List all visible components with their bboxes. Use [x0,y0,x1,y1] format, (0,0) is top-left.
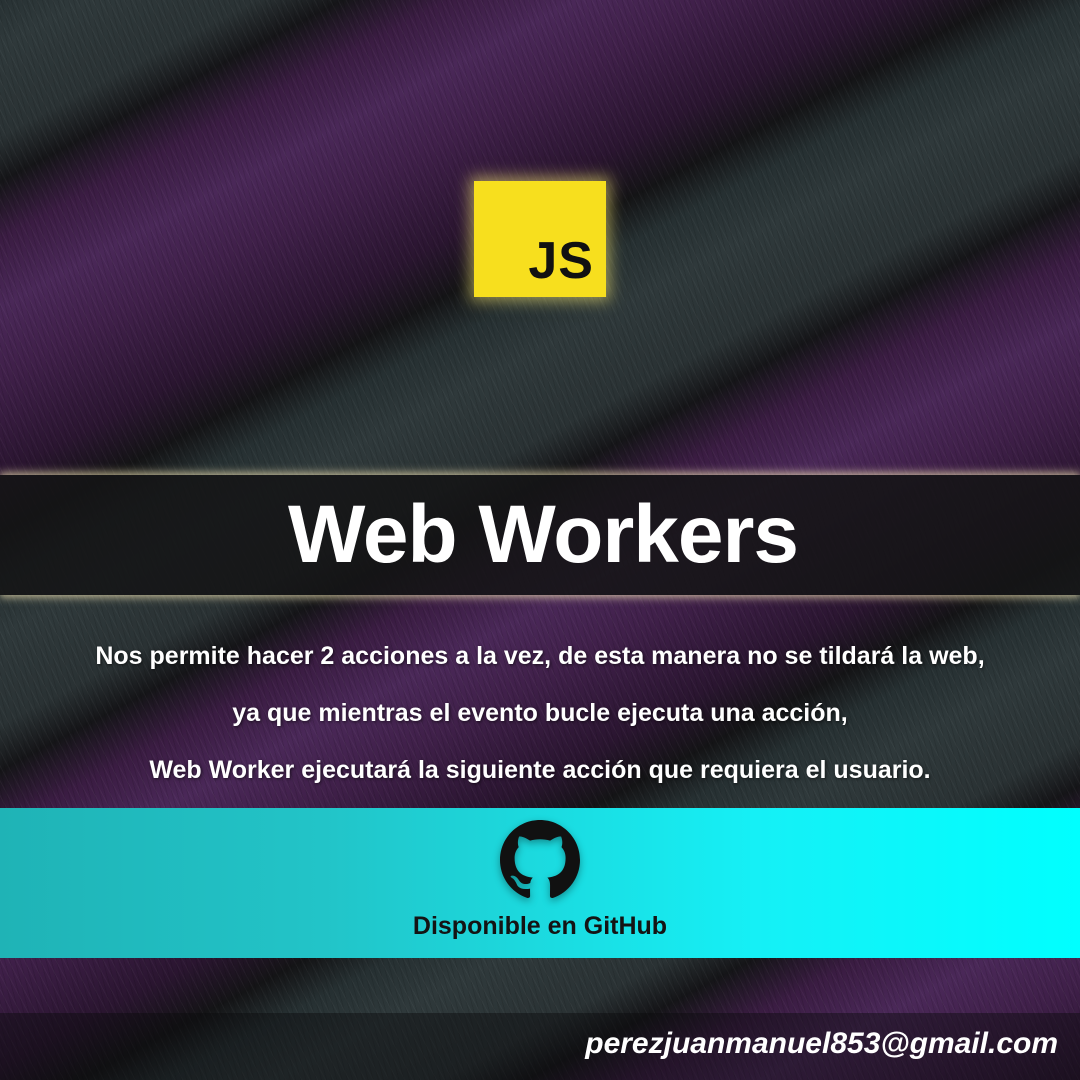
description-line-3: Web Worker ejecutará la siguiente acción… [149,756,931,784]
page-title: Web Workers [287,489,799,580]
description-line-1: Nos permite hacer 2 acciones a la vez, d… [95,642,985,670]
description: Nos permite hacer 2 acciones a la vez, d… [0,628,1080,799]
title-band: Web Workers [0,475,1080,595]
github-label[interactable]: Disponible en GitHub [0,912,1080,941]
js-logo-text: JS [528,232,594,290]
javascript-logo-icon: JS [474,181,606,297]
github-icon[interactable] [500,820,580,900]
description-line-2: ya que mientras el evento bucle ejecuta … [232,699,848,727]
email-address[interactable]: perezjuanmanuel853@gmail.com [585,1027,1058,1061]
